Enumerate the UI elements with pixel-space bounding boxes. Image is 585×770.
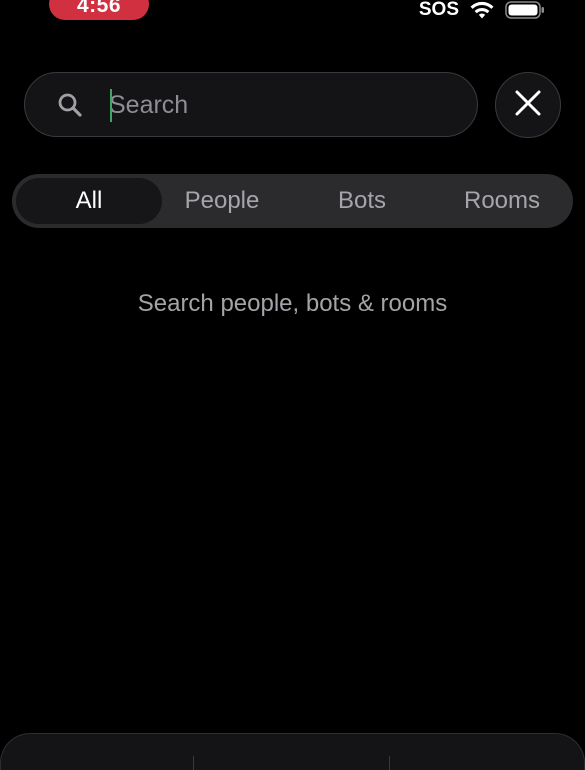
- tab-people[interactable]: People: [162, 174, 282, 228]
- tab-rooms[interactable]: Rooms: [442, 174, 562, 228]
- time-pill[interactable]: 4:56: [49, 0, 149, 20]
- close-search-button[interactable]: [495, 72, 561, 138]
- text-cursor: [110, 89, 112, 122]
- search-screen: 4:56 SOS Search All People Bots Rooms Se…: [0, 0, 585, 770]
- search-input[interactable]: [109, 85, 449, 125]
- empty-state-message: Search people, bots & rooms: [137, 290, 448, 317]
- wifi-icon: [469, 1, 495, 20]
- tab-bots[interactable]: Bots: [302, 174, 422, 228]
- status-time: 4:56: [76, 0, 122, 17]
- sos-label: SOS: [418, 0, 459, 20]
- bottom-bar-divider: [389, 756, 390, 770]
- status-indicators: SOS: [419, 0, 545, 20]
- tab-all[interactable]: All: [16, 178, 162, 224]
- filter-tabs: All People Bots Rooms: [12, 174, 573, 228]
- bottom-tab-bar: [0, 733, 585, 770]
- bottom-bar-divider: [193, 756, 194, 770]
- search-icon: [57, 92, 83, 118]
- battery-icon: [505, 0, 545, 20]
- close-icon: [513, 88, 543, 123]
- search-bar[interactable]: [24, 72, 478, 137]
